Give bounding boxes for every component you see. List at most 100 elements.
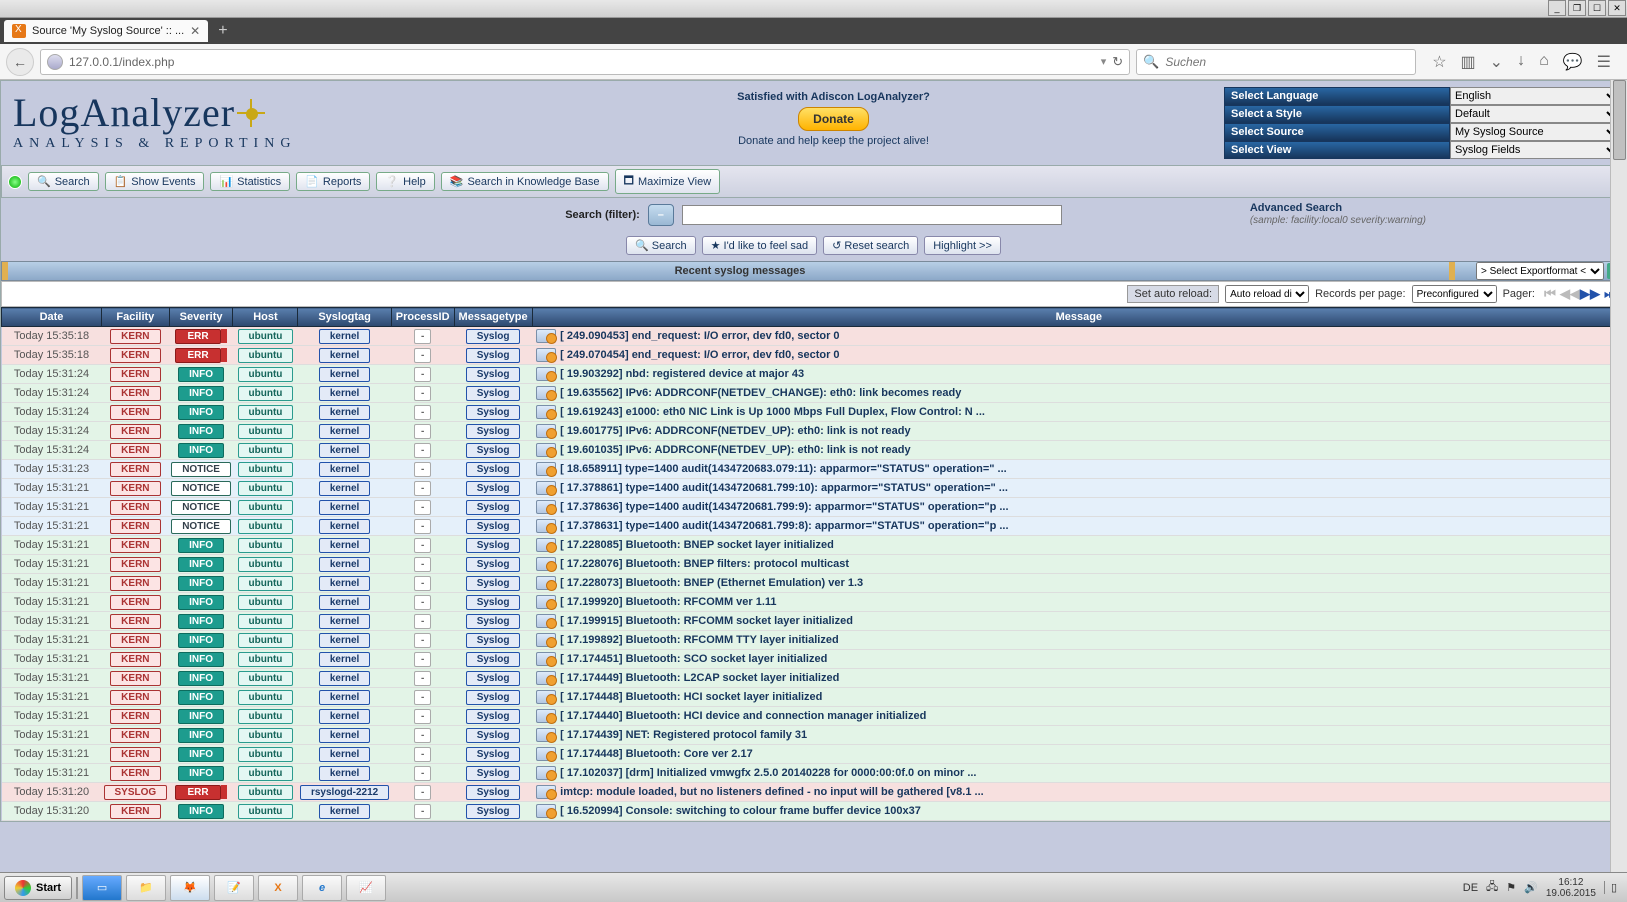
cell-severity[interactable]: INFO xyxy=(178,747,224,762)
table-row[interactable]: Today 15:35:18KERNERRubuntukernel-Syslog… xyxy=(2,327,1626,346)
cell-host[interactable]: ubuntu xyxy=(238,557,294,572)
cell-host[interactable]: ubuntu xyxy=(238,652,294,667)
taskbar-notepad[interactable]: 📝 xyxy=(214,875,254,901)
status-indicator-icon[interactable] xyxy=(8,175,22,189)
cell-host[interactable]: ubuntu xyxy=(238,500,294,515)
taskbar-app[interactable]: 📈 xyxy=(346,875,386,901)
cell-syslogtag[interactable]: kernel xyxy=(319,367,370,382)
cell-severity[interactable]: INFO xyxy=(178,614,224,629)
cell-message[interactable]: [ 249.070454] end_request: I/O error, de… xyxy=(560,349,839,361)
cell-message[interactable]: [ 17.174439] NET: Registered protocol fa… xyxy=(560,729,807,741)
cell-syslogtag[interactable]: kernel xyxy=(319,481,370,496)
cell-severity[interactable]: INFO xyxy=(178,443,224,458)
reload-icon[interactable]: ↻ xyxy=(1112,54,1123,70)
cell-host[interactable]: ubuntu xyxy=(238,747,294,762)
feel-sad-button[interactable]: ★I'd like to feel sad xyxy=(702,236,818,255)
donate-button[interactable]: Donate xyxy=(798,107,869,131)
tab-close-icon[interactable]: ✕ xyxy=(190,24,200,38)
message-detail-icon[interactable] xyxy=(536,500,556,514)
table-row[interactable]: Today 15:31:21KERNINFOubuntukernel-Syslo… xyxy=(2,650,1626,669)
cell-severity[interactable]: INFO xyxy=(178,367,224,382)
cell-syslogtag[interactable]: kernel xyxy=(319,614,370,629)
back-button[interactable]: ← xyxy=(6,48,34,76)
cell-host[interactable]: ubuntu xyxy=(238,348,294,363)
message-detail-icon[interactable] xyxy=(536,367,556,381)
cell-host[interactable]: ubuntu xyxy=(238,576,294,591)
cell-messagetype[interactable]: Syslog xyxy=(466,329,521,344)
cell-host[interactable]: ubuntu xyxy=(238,405,294,420)
advanced-search-link[interactable]: Advanced Search xyxy=(1250,202,1342,214)
cell-messagetype[interactable]: Syslog xyxy=(466,443,521,458)
table-row[interactable]: Today 15:35:18KERNERRubuntukernel-Syslog… xyxy=(2,346,1626,365)
cell-syslogtag[interactable]: kernel xyxy=(319,443,370,458)
reset-search-button[interactable]: ↺Reset search xyxy=(823,236,918,255)
cell-host[interactable]: ubuntu xyxy=(238,690,294,705)
cell-host[interactable]: ubuntu xyxy=(238,367,294,382)
dropdown-icon[interactable]: ▾ xyxy=(1101,55,1107,68)
cell-severity[interactable]: ERR xyxy=(175,329,221,344)
cell-messagetype[interactable]: Syslog xyxy=(466,747,521,762)
message-detail-icon[interactable] xyxy=(536,329,556,343)
col-facility[interactable]: Facility xyxy=(102,308,170,327)
cell-facility[interactable]: KERN xyxy=(110,405,160,420)
cell-syslogtag[interactable]: kernel xyxy=(319,595,370,610)
cell-facility[interactable]: KERN xyxy=(110,804,160,819)
cell-messagetype[interactable]: Syslog xyxy=(466,557,521,572)
cell-message[interactable]: [ 18.658911] type=1400 audit(1434720683.… xyxy=(560,463,1007,475)
cell-message[interactable]: [ 17.228085] Bluetooth: BNEP socket laye… xyxy=(560,539,834,551)
table-row[interactable]: Today 15:31:21KERNINFOubuntukernel-Syslo… xyxy=(2,745,1626,764)
url-bar[interactable]: ▾ ↻ xyxy=(40,49,1130,75)
cell-message[interactable]: [ 17.378861] type=1400 audit(1434720681.… xyxy=(560,482,1008,494)
cell-messagetype[interactable]: Syslog xyxy=(466,785,521,800)
message-detail-icon[interactable] xyxy=(536,652,556,666)
cell-messagetype[interactable]: Syslog xyxy=(466,538,521,553)
message-detail-icon[interactable] xyxy=(536,557,556,571)
message-detail-icon[interactable] xyxy=(536,709,556,723)
browser-tab[interactable]: Source 'My Syslog Source' :: ... ✕ xyxy=(4,20,208,42)
cell-syslogtag[interactable]: kernel xyxy=(319,709,370,724)
message-detail-icon[interactable] xyxy=(536,728,556,742)
cell-message[interactable]: [ 17.199892] Bluetooth: RFCOMM TTY layer… xyxy=(560,634,839,646)
cell-messagetype[interactable]: Syslog xyxy=(466,633,521,648)
close-button[interactable]: ✕ xyxy=(1608,0,1626,16)
vertical-scrollbar[interactable] xyxy=(1610,80,1627,872)
table-row[interactable]: Today 15:31:24KERNINFOubuntukernel-Syslo… xyxy=(2,365,1626,384)
message-detail-icon[interactable] xyxy=(536,386,556,400)
cell-facility[interactable]: KERN xyxy=(110,367,160,382)
cell-host[interactable]: ubuntu xyxy=(238,633,294,648)
statistics-button[interactable]: 📊Statistics xyxy=(210,172,290,191)
search-input[interactable] xyxy=(1165,55,1409,69)
cell-facility[interactable]: KERN xyxy=(110,652,160,667)
new-tab-button[interactable]: + xyxy=(212,22,233,40)
tray-clock[interactable]: 16:1219.06.2015 xyxy=(1546,877,1596,899)
cell-facility[interactable]: KERN xyxy=(110,500,160,515)
cell-facility[interactable]: SYSLOG xyxy=(104,785,168,800)
pocket-icon[interactable]: ⌄ xyxy=(1490,52,1503,72)
cell-messagetype[interactable]: Syslog xyxy=(466,595,521,610)
message-detail-icon[interactable] xyxy=(536,576,556,590)
message-detail-icon[interactable] xyxy=(536,614,556,628)
col-severity[interactable]: Severity xyxy=(169,308,233,327)
cell-facility[interactable]: KERN xyxy=(110,595,160,610)
tray-show-desktop[interactable]: ▯ xyxy=(1604,881,1617,894)
table-row[interactable]: Today 15:31:21KERNINFOubuntukernel-Syslo… xyxy=(2,707,1626,726)
message-detail-icon[interactable] xyxy=(536,443,556,457)
cell-messagetype[interactable]: Syslog xyxy=(466,462,521,477)
show-events-button[interactable]: 📋Show Events xyxy=(105,172,205,191)
cell-facility[interactable]: KERN xyxy=(110,614,160,629)
cell-messagetype[interactable]: Syslog xyxy=(466,348,521,363)
cell-message[interactable]: [ 17.174448] Bluetooth: Core ver 2.17 xyxy=(560,748,753,760)
table-row[interactable]: Today 15:31:21KERNINFOubuntukernel-Syslo… xyxy=(2,536,1626,555)
cell-message[interactable]: [ 19.619243] e1000: eth0 NIC Link is Up … xyxy=(560,406,985,418)
cell-syslogtag[interactable]: kernel xyxy=(319,690,370,705)
col-syslogtag[interactable]: Syslogtag xyxy=(298,308,391,327)
search-button[interactable]: 🔍Search xyxy=(28,172,99,191)
col-messagetype[interactable]: Messagetype xyxy=(454,308,532,327)
cell-messagetype[interactable]: Syslog xyxy=(466,481,521,496)
message-detail-icon[interactable] xyxy=(536,595,556,609)
table-row[interactable]: Today 15:31:21KERNINFOubuntukernel-Syslo… xyxy=(2,612,1626,631)
config-select[interactable]: English xyxy=(1450,87,1620,105)
config-select[interactable]: Syslog Fields xyxy=(1450,141,1620,159)
cell-messagetype[interactable]: Syslog xyxy=(466,405,521,420)
cell-severity[interactable]: INFO xyxy=(178,633,224,648)
